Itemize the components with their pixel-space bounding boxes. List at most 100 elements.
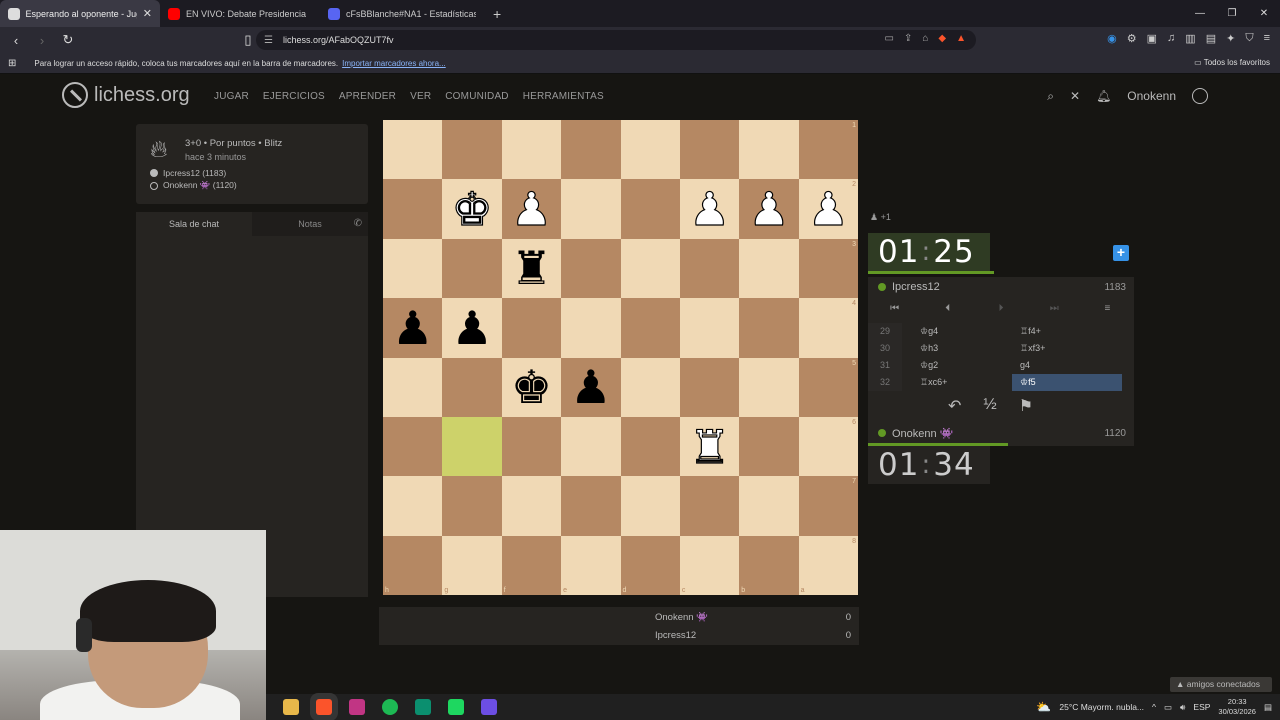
black-move[interactable]: ♖f4+ (1012, 323, 1122, 340)
vpn-icon[interactable]: ⛉ (1245, 32, 1253, 45)
board-square[interactable]: ♜ (501, 238, 562, 299)
white-player-info[interactable]: Ipcress12 (1183) (150, 168, 226, 178)
lichess-logo[interactable]: lichess.org (62, 82, 190, 108)
maximize-button[interactable]: ❐ (1216, 0, 1248, 27)
self-player-line[interactable]: Onokenn 👾 1120 (868, 423, 1134, 443)
board-square[interactable]: ♟ (679, 179, 740, 239)
black-pawn[interactable]: ♟ (451, 305, 492, 351)
board-square[interactable] (679, 238, 740, 299)
white-move[interactable]: ♔g4 (902, 326, 1012, 337)
black-move[interactable]: ♖xf3+ (1012, 340, 1122, 357)
weather-text[interactable]: 25°C Mayorm. nubla... (1059, 702, 1144, 712)
app-icon[interactable] (415, 699, 431, 715)
notifications-icon[interactable]: 🔔︎ (1096, 89, 1111, 103)
white-pawn[interactable]: ♟ (748, 185, 790, 232)
black-pawn[interactable]: ♟ (570, 364, 611, 410)
last-move-icon[interactable]: ⏭ (1028, 303, 1081, 321)
first-move-icon[interactable]: ⏮ (868, 303, 921, 321)
board-square[interactable] (679, 298, 740, 358)
board-square[interactable]: ♟ (383, 298, 443, 358)
ai-icon[interactable]: ✦ (1226, 32, 1235, 45)
file-explorer-icon[interactable] (283, 699, 299, 715)
opponent-player-line[interactable]: Ipcress12 1183 (868, 277, 1134, 297)
offer-draw-button[interactable]: ½ (983, 396, 996, 416)
nav-ver[interactable]: VER (410, 91, 431, 102)
board-square[interactable]: 4 (798, 298, 858, 358)
board-square[interactable] (442, 120, 502, 180)
system-clock[interactable]: 20:33 30/03/2026 (1218, 697, 1256, 717)
tab-stats[interactable]: cFsBBlanche#NA1 - Estadísticas del (320, 0, 485, 27)
tab-notes[interactable]: Notas (252, 212, 368, 236)
board-square[interactable] (501, 298, 562, 358)
board-square[interactable]: 7 (798, 476, 858, 536)
board-square[interactable] (739, 238, 799, 299)
board-square[interactable]: 8a (798, 535, 858, 595)
volume-icon[interactable]: 🔊︎ (1180, 702, 1185, 713)
board-square[interactable] (739, 476, 799, 536)
reload-icon[interactable]: ↻ (58, 32, 78, 48)
board-square[interactable] (620, 416, 680, 477)
friends-online-button[interactable]: ▲ amigos conectados (1170, 677, 1272, 692)
notification-center-icon[interactable]: ▤ (1264, 702, 1272, 713)
board-square[interactable]: ♟ (561, 357, 621, 417)
board-square[interactable] (679, 120, 740, 180)
board-square[interactable] (620, 120, 680, 180)
nav-aprender[interactable]: APRENDER (339, 91, 396, 102)
kick-icon[interactable] (448, 699, 464, 715)
board-square[interactable]: ♚ (501, 357, 562, 417)
board-square[interactable] (383, 238, 443, 299)
board-square[interactable] (620, 238, 680, 299)
weather-icon[interactable]: ⛅ (1036, 700, 1051, 714)
board-square[interactable] (620, 476, 680, 536)
brave-rewards-icon[interactable]: ▲ (956, 33, 966, 44)
board-square[interactable] (442, 476, 502, 536)
board-square[interactable]: ♟ (739, 179, 799, 239)
board-square[interactable] (442, 357, 502, 417)
board-square[interactable] (620, 298, 680, 358)
language-label[interactable]: ESP (1193, 702, 1210, 712)
board-square[interactable] (383, 179, 443, 239)
tray-chevron-icon[interactable]: ^ (1152, 702, 1156, 712)
brave-shield-icon[interactable]: ◆ (938, 33, 946, 44)
puzzle-icon[interactable]: ⚙ (1127, 32, 1137, 45)
board-square[interactable]: ♚ (442, 179, 502, 239)
board-square[interactable]: 6 (798, 416, 858, 477)
new-tab-button[interactable]: + (493, 6, 501, 22)
network-icon[interactable]: ▭ (1164, 702, 1172, 713)
board-square[interactable] (561, 298, 621, 358)
board-square[interactable] (739, 357, 799, 417)
address-bar[interactable]: ☰ lichess.org/AFabOQZUT7fv ▭ ⇪ ⌂ ◆ ▲ (256, 30, 976, 50)
brave-browser-icon[interactable] (316, 699, 332, 715)
black-move[interactable]: g4 (1012, 357, 1122, 374)
media-icon[interactable] (481, 699, 497, 715)
takeback-button[interactable]: ↶ (948, 396, 961, 416)
board-square[interactable] (501, 416, 562, 477)
board-square[interactable] (383, 416, 443, 477)
board-square[interactable]: b (739, 535, 799, 595)
menu-icon[interactable]: ≡ (1264, 32, 1270, 45)
white-move[interactable]: ♖xc6+ (902, 377, 1012, 388)
menu-icon[interactable]: ≡ (1081, 303, 1134, 321)
wifi-icon[interactable]: ◉ (1107, 32, 1117, 45)
tab-youtube[interactable]: EN VIVO: Debate Presidencia (160, 0, 320, 27)
close-window-button[interactable]: ✕ (1248, 0, 1280, 27)
board-square[interactable]: 3 (798, 238, 858, 299)
board-square[interactable]: ♟ 2 (798, 179, 858, 239)
back-icon[interactable]: ‹ (6, 33, 26, 48)
board-square[interactable] (679, 476, 740, 536)
user-avatar-icon[interactable] (1192, 88, 1208, 104)
nav-comunidad[interactable]: COMUNIDAD (445, 91, 508, 102)
board-square[interactable]: ♟ (501, 179, 562, 239)
share-icon[interactable]: ⇪ (904, 33, 912, 44)
instagram-icon[interactable] (349, 699, 365, 715)
spotify-icon[interactable] (382, 699, 398, 715)
bookmark-icon[interactable]: ▯ (238, 32, 258, 48)
board-square[interactable] (561, 238, 621, 299)
black-pawn[interactable]: ♟ (392, 305, 433, 351)
tab-lichess[interactable]: Esperando al oponente - Jug ✕ (0, 0, 160, 27)
phone-icon[interactable]: ✆ (354, 218, 362, 229)
white-move[interactable]: ♔h3 (902, 343, 1012, 354)
minimize-button[interactable]: — (1184, 0, 1216, 27)
board-square[interactable]: d (620, 535, 680, 595)
board-square[interactable] (561, 120, 621, 180)
